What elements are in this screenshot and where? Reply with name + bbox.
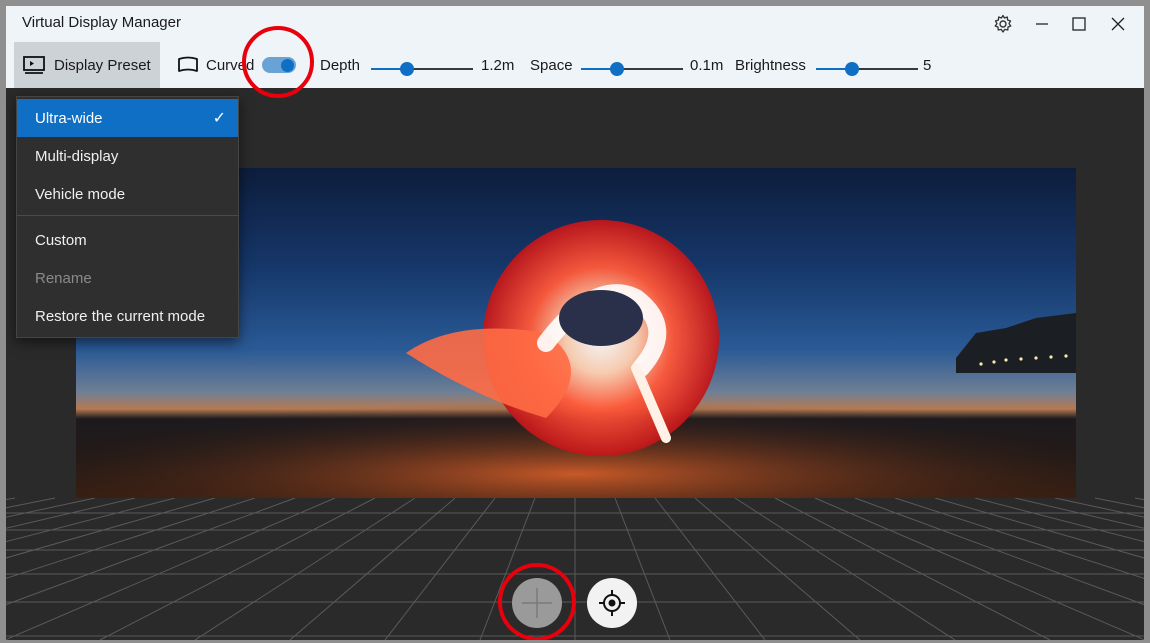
depth-slider-thumb[interactable] xyxy=(400,62,414,76)
menu-item-label: Rename xyxy=(35,269,92,287)
space-value: 0.1m xyxy=(690,56,724,74)
toolbar: Display Preset Curved Depth 1.2m Space 0… xyxy=(6,42,1144,89)
checkmark-icon: ✓ xyxy=(212,110,226,127)
menu-item-label: Custom xyxy=(35,231,87,249)
space-slider-thumb[interactable] xyxy=(610,62,624,76)
app-window: Virtual Display Manager Display Preset C… xyxy=(6,6,1144,640)
highlight-ring-curved xyxy=(242,26,314,98)
menu-item-custom[interactable]: Custom xyxy=(17,221,238,259)
curved-screen-icon xyxy=(178,56,198,72)
space-label: Space xyxy=(530,56,573,74)
window-title: Virtual Display Manager xyxy=(22,14,181,31)
gear-icon xyxy=(994,14,1012,33)
menu-item-label: Ultra-wide xyxy=(35,109,103,127)
display-icon xyxy=(23,56,45,74)
menu-separator xyxy=(17,215,238,216)
menu-item-label: Vehicle mode xyxy=(35,185,126,203)
close-button[interactable] xyxy=(1103,11,1133,37)
menu-item-label: Restore the current mode xyxy=(35,307,206,325)
highlight-ring-add xyxy=(498,563,576,640)
minimize-button[interactable] xyxy=(1027,11,1057,37)
display-preset-menu: Ultra-wide ✓ Multi-display Vehicle mode … xyxy=(16,96,239,338)
brightness-label: Brightness xyxy=(735,56,806,74)
menu-item-vehicle-mode[interactable]: Vehicle mode xyxy=(17,175,238,213)
recenter-button[interactable] xyxy=(587,578,637,628)
minimize-icon xyxy=(1036,23,1048,25)
menu-item-ultra-wide[interactable]: Ultra-wide ✓ xyxy=(17,99,238,137)
brightness-value: 5 xyxy=(923,56,932,74)
brightness-slider-thumb[interactable] xyxy=(845,62,859,76)
menu-item-label: Multi-display xyxy=(35,147,119,165)
crosshair-icon xyxy=(599,590,625,616)
settings-button[interactable] xyxy=(988,11,1018,37)
depth-value: 1.2m xyxy=(481,56,515,74)
menu-item-rename: Rename xyxy=(17,259,238,297)
display-preset-label: Display Preset xyxy=(54,56,151,74)
depth-label: Depth xyxy=(320,56,361,74)
menu-item-restore[interactable]: Restore the current mode xyxy=(17,297,238,335)
display-preset-button[interactable]: Display Preset xyxy=(14,42,160,88)
menu-item-multi-display[interactable]: Multi-display xyxy=(17,137,238,175)
maximize-button[interactable] xyxy=(1064,11,1094,37)
maximize-icon xyxy=(1072,17,1086,31)
close-icon xyxy=(1111,17,1125,31)
title-bar: Virtual Display Manager xyxy=(6,6,1144,42)
